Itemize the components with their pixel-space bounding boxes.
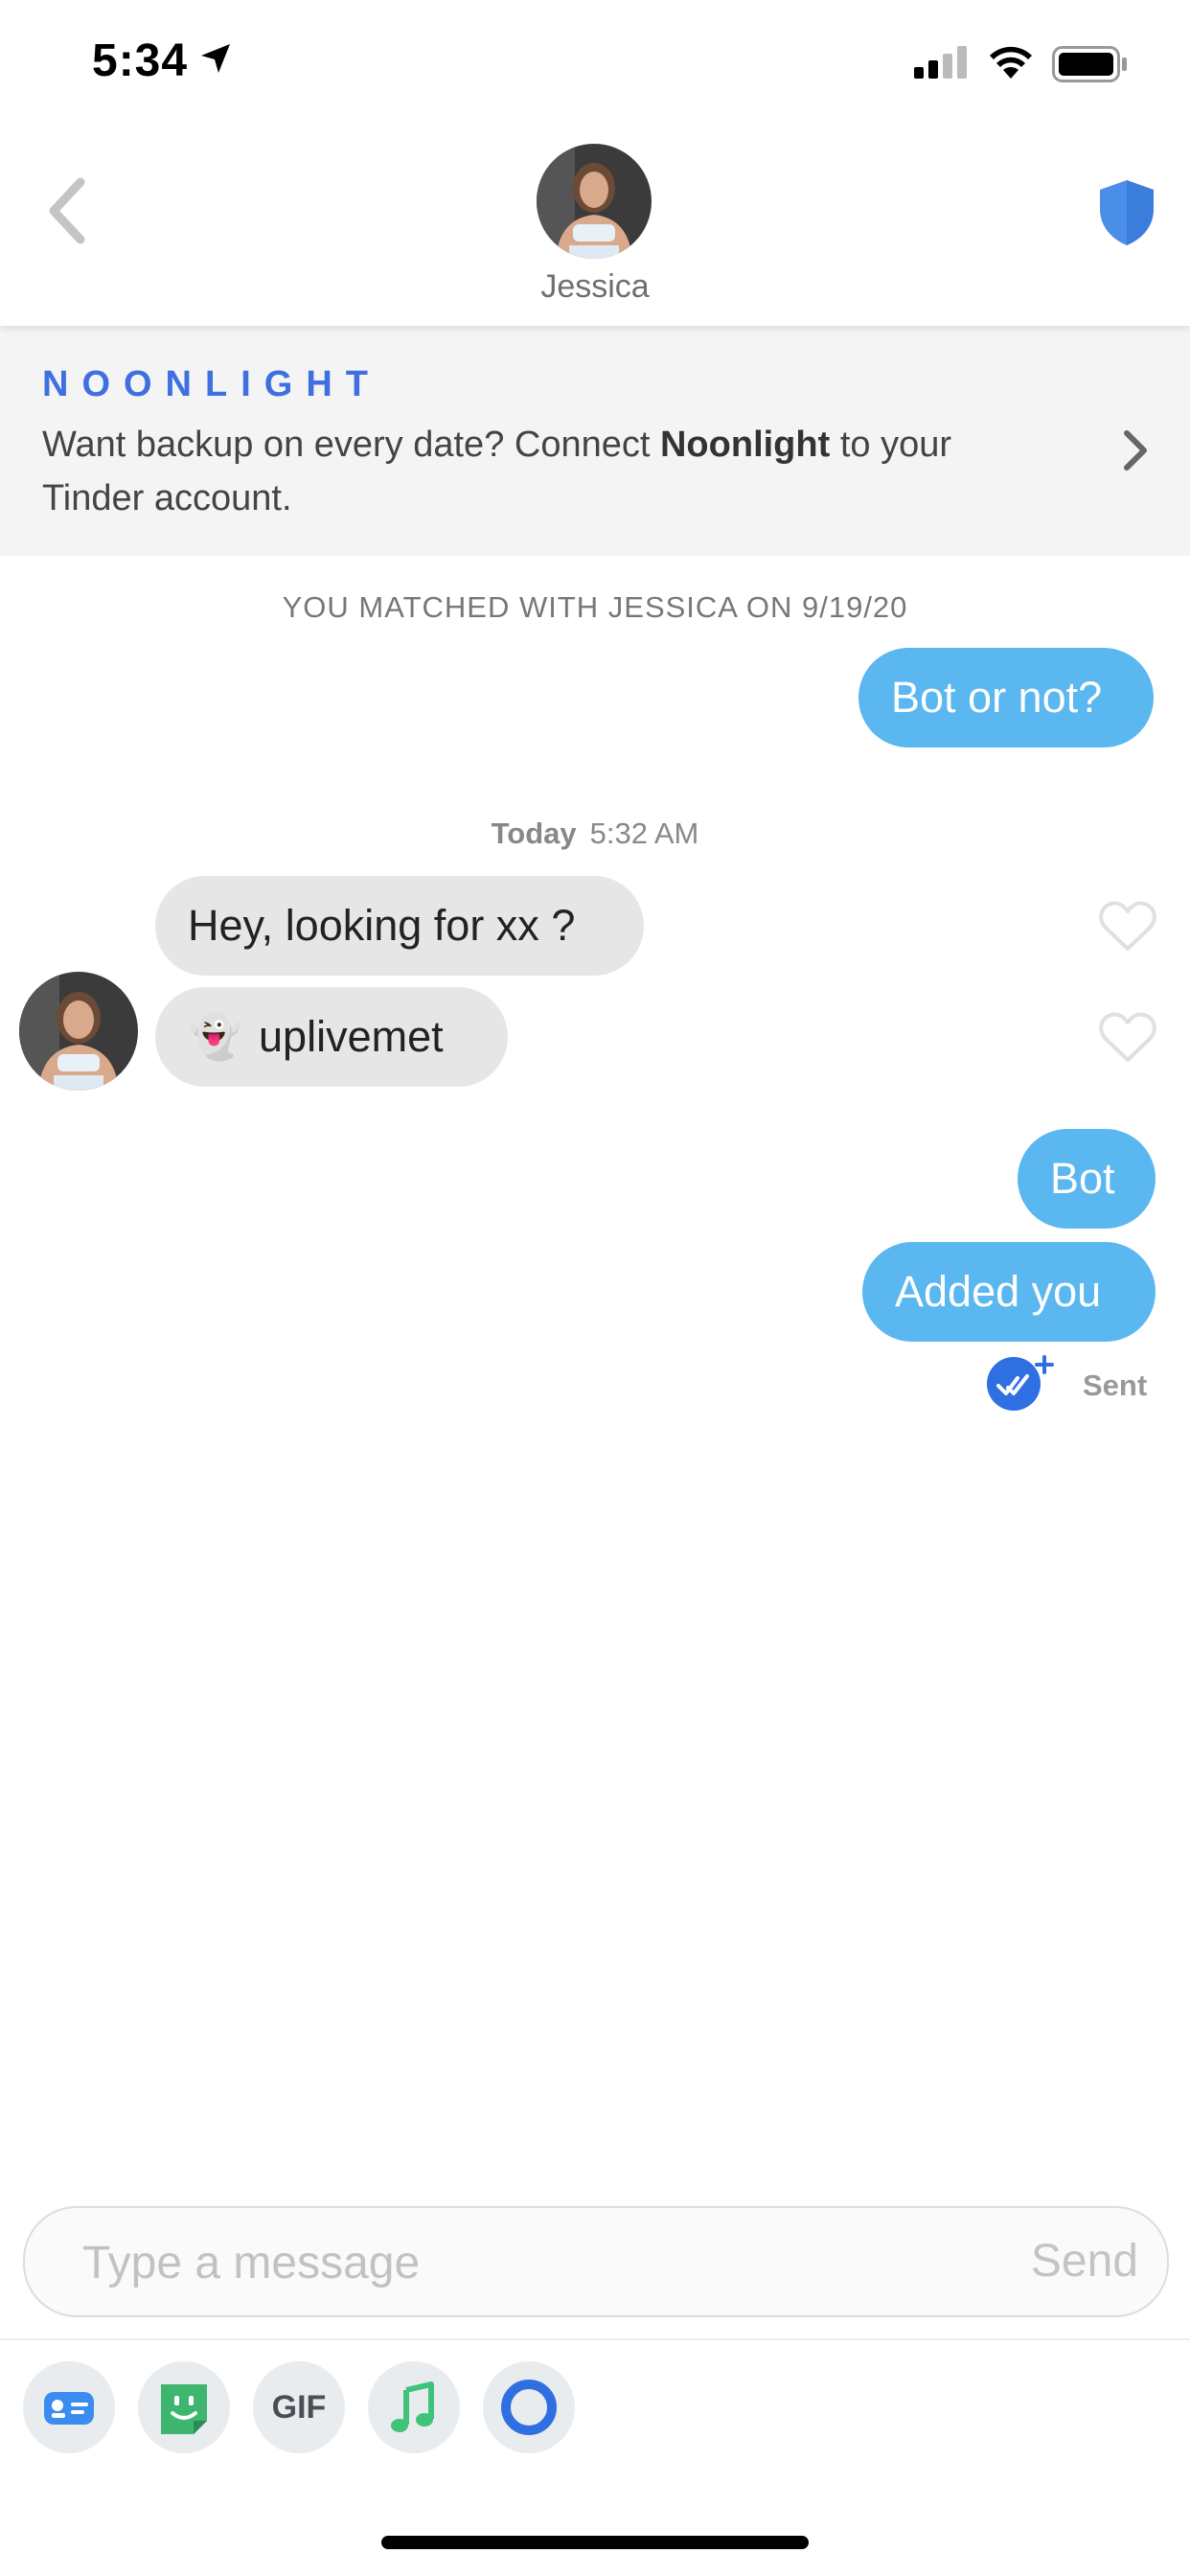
- chevron-right-icon: [1124, 430, 1147, 471]
- noonlight-banner[interactable]: NOONLIGHT Want backup on every date? Con…: [0, 326, 1190, 556]
- status-time: 5:34: [92, 35, 189, 86]
- message-bubble-received[interactable]: Hey, looking for xx ?: [155, 876, 644, 976]
- back-button[interactable]: [38, 172, 96, 249]
- message-input[interactable]: [80, 2208, 947, 2317]
- chevron-left-icon: [49, 177, 85, 244]
- read-receipt-icon[interactable]: [983, 1351, 1060, 1414]
- message-text: Hey, looking for xx ?: [188, 901, 576, 950]
- gif-button[interactable]: GIF: [253, 2361, 345, 2453]
- match-notice: YOU MATCHED WITH JESSICA ON 9/19/20: [282, 590, 908, 624]
- sticker-button[interactable]: [138, 2361, 230, 2453]
- wifi-icon: [990, 46, 1032, 79]
- safety-toolkit-button[interactable]: [1096, 178, 1157, 247]
- message-bubble-sent[interactable]: Added you: [862, 1242, 1156, 1342]
- message-text: Bot or not?: [891, 673, 1103, 722]
- battery-icon: [1052, 46, 1127, 82]
- match-name[interactable]: Jessica: [0, 268, 1190, 306]
- music-icon: [391, 2381, 434, 2432]
- banner-text-brand: Noonlight: [659, 425, 831, 465]
- emoji-ghost: 👻: [188, 1012, 242, 1061]
- profile-avatar[interactable]: [537, 144, 652, 259]
- cellular-signal-icon: [914, 46, 967, 79]
- avatar-photo: [19, 972, 138, 1091]
- contact-card-icon: [44, 2392, 94, 2425]
- message-composer: Send: [23, 2206, 1169, 2317]
- noonlight-logo: NOONLIGHT: [42, 364, 381, 404]
- banner-text: Want backup on every date? Connect Noonl…: [42, 418, 1058, 525]
- like-heart-icon[interactable]: [1098, 1010, 1157, 1064]
- message-text: uplivemet: [259, 1012, 444, 1061]
- gif-icon: GIF: [271, 2389, 327, 2426]
- location-arrow-icon: [201, 44, 230, 73]
- message-text: Added you: [895, 1267, 1102, 1316]
- chat-header: Jessica: [0, 125, 1190, 326]
- home-indicator: [381, 2536, 809, 2549]
- avatar-photo: [537, 144, 652, 259]
- like-heart-icon[interactable]: [1098, 899, 1157, 953]
- sent-status: Sent: [1083, 1368, 1148, 1402]
- status-bar: 5:34: [0, 0, 1190, 125]
- shield-icon: [1100, 180, 1154, 245]
- message-text: Bot: [1050, 1154, 1115, 1203]
- send-button[interactable]: Send: [1031, 2208, 1138, 2315]
- timestamp-day: Today: [491, 816, 577, 850]
- toolbar-divider: [0, 2338, 1190, 2340]
- banner-text-lead: Want backup on every date? Connect: [42, 425, 660, 465]
- sender-avatar[interactable]: [19, 972, 138, 1091]
- message-bubble-sent[interactable]: Bot or not?: [858, 648, 1154, 748]
- ring-button[interactable]: [483, 2361, 575, 2453]
- contact-card-button[interactable]: [23, 2361, 115, 2453]
- message-bubble-received[interactable]: 👻 uplivemet: [155, 987, 508, 1087]
- music-button[interactable]: [368, 2361, 460, 2453]
- timestamp-divider: Today 5:32 AM: [0, 816, 1190, 851]
- ring-icon: [501, 2380, 557, 2435]
- timestamp-time: 5:32 AM: [589, 816, 699, 850]
- sticker-icon: [161, 2384, 207, 2434]
- message-bubble-sent[interactable]: Bot: [1018, 1129, 1156, 1229]
